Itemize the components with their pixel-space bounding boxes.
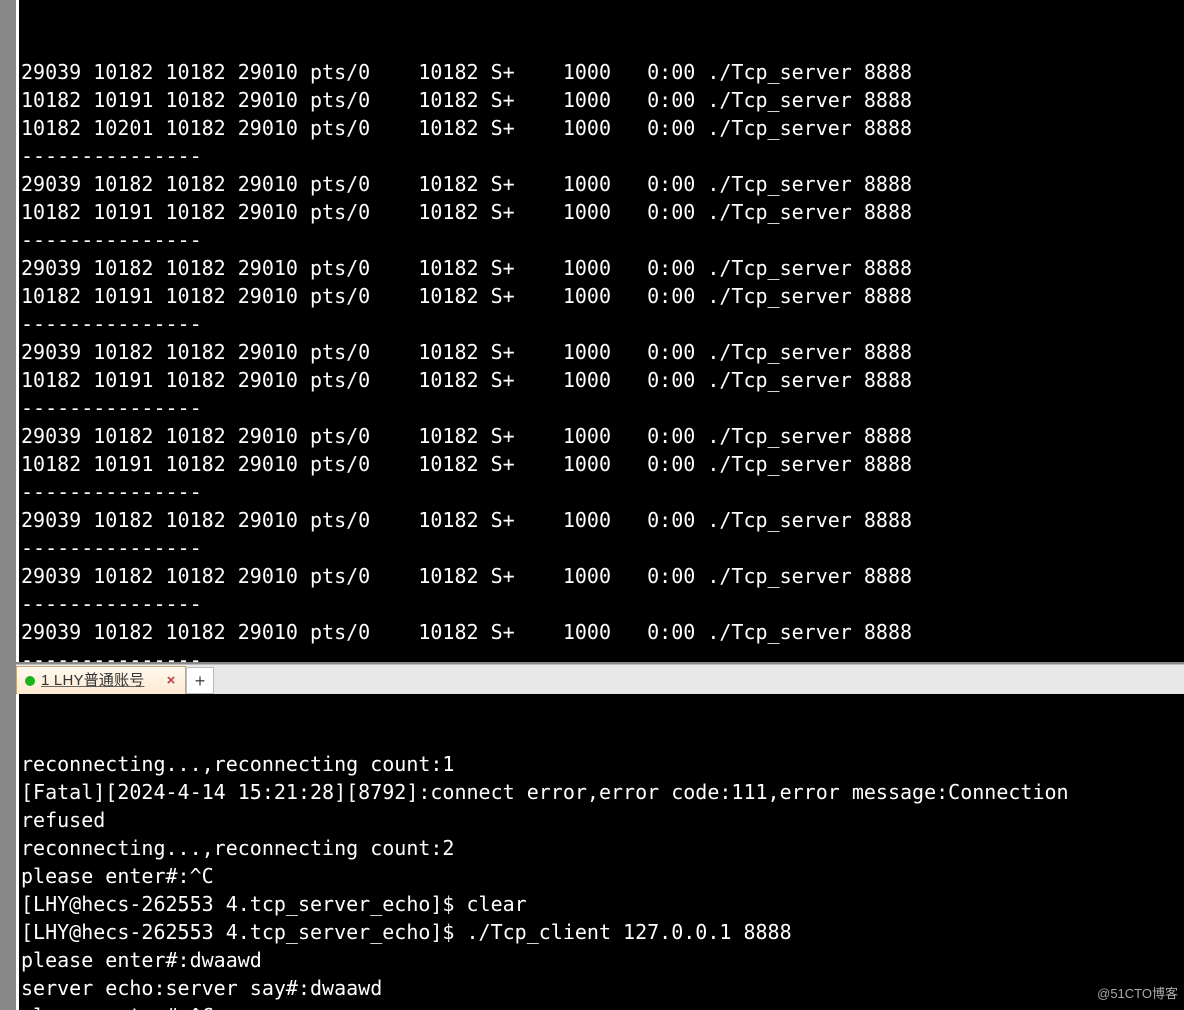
process-line: 29039 10182 10182 29010 pts/0 10182 S+ 1… <box>19 618 1184 646</box>
separator-line: --------------- <box>19 226 1184 254</box>
connection-status-dot-icon <box>25 676 35 686</box>
output-line: [LHY@hecs-262553 4.tcp_server_echo]$ ./T… <box>19 918 1184 946</box>
process-line: 29039 10182 10182 29010 pts/0 10182 S+ 1… <box>19 562 1184 590</box>
process-line: 10182 10201 10182 29010 pts/0 10182 S+ 1… <box>19 114 1184 142</box>
separator-line: --------------- <box>19 142 1184 170</box>
output-line: [Fatal][2024-4-14 15:21:28][8792]:connec… <box>19 778 1184 806</box>
process-line: 10182 10191 10182 29010 pts/0 10182 S+ 1… <box>19 198 1184 226</box>
process-line: 29039 10182 10182 29010 pts/0 10182 S+ 1… <box>19 254 1184 282</box>
process-line: 10182 10191 10182 29010 pts/0 10182 S+ 1… <box>19 366 1184 394</box>
plus-icon: + <box>195 667 206 695</box>
output-line: please enter#:^C <box>19 1002 1184 1010</box>
process-line: 29039 10182 10182 29010 pts/0 10182 S+ 1… <box>19 506 1184 534</box>
output-line: [LHY@hecs-262553 4.tcp_server_echo]$ cle… <box>19 890 1184 918</box>
output-line: server echo:server say#:dwaawd <box>19 974 1184 1002</box>
process-line: 29039 10182 10182 29010 pts/0 10182 S+ 1… <box>19 422 1184 450</box>
process-line: 10182 10191 10182 29010 pts/0 10182 S+ 1… <box>19 282 1184 310</box>
process-line: 10182 10191 10182 29010 pts/0 10182 S+ 1… <box>19 86 1184 114</box>
terminal-bottom-pane[interactable]: reconnecting...,reconnecting count:1[Fat… <box>16 694 1184 1010</box>
separator-line: --------------- <box>19 310 1184 338</box>
separator-line: --------------- <box>19 394 1184 422</box>
terminal-top-pane[interactable]: 29039 10182 10182 29010 pts/0 10182 S+ 1… <box>16 0 1184 662</box>
terminal-top-output: 29039 10182 10182 29010 pts/0 10182 S+ 1… <box>19 56 1184 662</box>
terminal-bottom-output: reconnecting...,reconnecting count:1[Fat… <box>19 750 1184 1010</box>
output-line: reconnecting...,reconnecting count:1 <box>19 750 1184 778</box>
tab-label: 1 LHY普通账号 <box>41 667 157 695</box>
separator-line: --------------- <box>19 534 1184 562</box>
output-line: refused <box>19 806 1184 834</box>
process-line: 29039 10182 10182 29010 pts/0 10182 S+ 1… <box>19 338 1184 366</box>
tab-session-1[interactable]: 1 LHY普通账号 × <box>16 666 186 694</box>
tab-bar: 1 LHY普通账号 × + <box>16 664 1184 696</box>
process-line: 29039 10182 10182 29010 pts/0 10182 S+ 1… <box>19 170 1184 198</box>
close-icon[interactable]: × <box>163 667 179 695</box>
output-line: please enter#:dwaawd <box>19 946 1184 974</box>
separator-line: --------------- <box>19 590 1184 618</box>
output-line: please enter#:^C <box>19 862 1184 890</box>
separator-line: --------------- <box>19 478 1184 506</box>
add-tab-button[interactable]: + <box>186 667 214 694</box>
output-line: reconnecting...,reconnecting count:2 <box>19 834 1184 862</box>
process-line: 29039 10182 10182 29010 pts/0 10182 S+ 1… <box>19 58 1184 86</box>
watermark-text: @51CTO博客 <box>1097 980 1178 1008</box>
process-line: 10182 10191 10182 29010 pts/0 10182 S+ 1… <box>19 450 1184 478</box>
separator-line: --------------- <box>19 646 1184 662</box>
